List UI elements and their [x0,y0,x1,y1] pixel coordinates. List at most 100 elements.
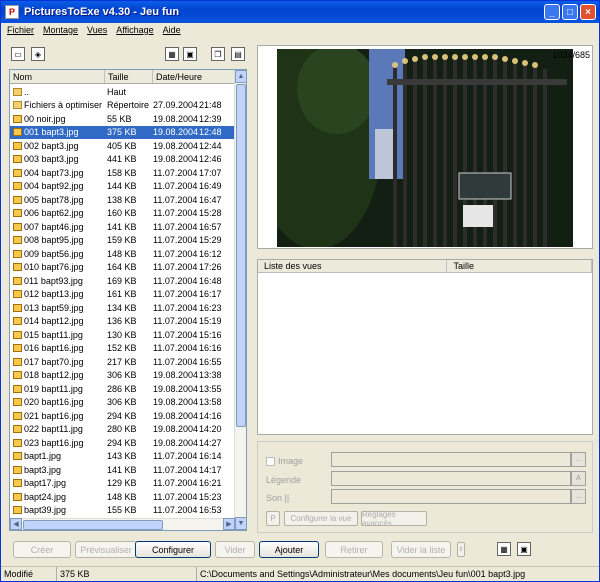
header-date[interactable]: Date/Heure [153,70,235,83]
menu-vues[interactable]: Vues [87,25,107,35]
file-row[interactable]: bapt17.jpg 129 KB 11.07.2004 16:21 [10,477,235,491]
file-row[interactable]: 00 noir.jpg 55 KB 19.08.2004 12:39 [10,112,235,126]
scroll-thumb[interactable] [236,84,246,427]
p-button[interactable]: P [266,511,280,526]
file-size-cell: 136 KB [107,316,137,327]
file-row[interactable]: 008 bapt95.jpg 159 KB 11.07.2004 15:29 [10,234,235,248]
file-row[interactable]: 010 bapt76.jpg 164 KB 11.07.2004 17:26 [10,261,235,275]
file-time-cell: 15:29 [199,235,222,246]
file-name-cell: 004 bapt73.jpg [10,168,105,178]
drive-icon[interactable]: ▭ [11,47,25,61]
header-views[interactable]: Liste des vues [258,260,448,272]
sound-field[interactable] [331,489,571,504]
file-time-cell: 17:26 [199,262,222,273]
file-row[interactable]: 011 bapt93.jpg 169 KB 11.07.2004 16:48 [10,274,235,288]
legend-font-icon[interactable]: A [571,471,586,486]
file-row[interactable]: 014 bapt12.jpg 136 KB 11.07.2004 15:19 [10,315,235,329]
folder-row[interactable]: .. Haut [10,85,235,99]
file-row[interactable]: 021 bapt16.jpg 294 KB 19.08.2004 14:16 [10,409,235,423]
h-scroll-thumb[interactable] [23,520,163,530]
sound-browse-icon[interactable]: … [571,489,586,504]
file-row[interactable]: 012 bapt13.jpg 161 KB 11.07.2004 16:17 [10,288,235,302]
folder-row[interactable]: Fichiers à optimiser Répertoire 27.09.2004… [10,99,235,113]
file-row[interactable]: 001 bapt3.jpg 375 KB 19.08.2004 12:48 [10,125,235,139]
menu-montage[interactable]: Montage [43,25,78,35]
thumbnail-mode-icon[interactable]: ▣ [517,542,531,556]
file-row[interactable]: bapt39.jpg 155 KB 11.07.2004 16:53 [10,504,235,518]
preview-button[interactable]: Prévisualiser [75,541,137,558]
views-list-header: Liste des vues Taille [258,260,592,273]
image-file-icon [13,249,22,258]
file-date-cell: 11.07.2004 [153,329,198,340]
header-name[interactable]: Nom [10,70,105,83]
file-time-cell: 16:21 [199,478,222,489]
file-row[interactable]: 015 bapt11.jpg 130 KB 11.07.2004 15:16 [10,328,235,342]
configure-button[interactable]: Configurer [135,541,211,558]
add-button[interactable]: Ajouter [259,541,319,558]
maximize-button[interactable]: □ [562,4,578,20]
title-bar[interactable]: P PicturesToExe v4.30 - Jeu fun _ □ × [1,1,599,23]
image-preview: 1024/685 [257,45,593,249]
image-file-icon [13,114,22,123]
file-row[interactable]: bapt3.jpg 141 KB 11.07.2004 14:17 [10,463,235,477]
file-row[interactable]: 022 bapt11.jpg 280 KB 19.08.2004 14:20 [10,423,235,437]
image-file-icon [13,128,22,137]
image-browse-icon[interactable]: … [571,452,586,467]
image-checkbox[interactable] [266,457,275,466]
remove-button[interactable]: Retirer [325,541,383,558]
scroll-left-icon[interactable]: ◀ [10,518,22,530]
image-file-icon [13,344,22,353]
close-button[interactable]: × [580,4,596,20]
file-row[interactable]: 023 bapt16.jpg 294 KB 19.08.2004 14:27 [10,436,235,450]
scroll-right-icon[interactable]: ▶ [223,518,235,530]
file-size-cell: 161 KB [107,289,137,300]
create-button[interactable]: Créer [13,541,71,558]
file-row[interactable]: 003 bapt3.jpg 441 KB 19.08.2004 12:46 [10,153,235,167]
view-list-icon[interactable]: ▦ [165,47,179,61]
legend-field[interactable] [331,471,571,486]
file-row[interactable]: 016 bapt16.jpg 152 KB 11.07.2004 16:16 [10,342,235,356]
file-row[interactable]: 006 bapt62.jpg 160 KB 11.07.2004 15:28 [10,207,235,221]
header-view-size[interactable]: Taille [447,260,592,272]
file-row[interactable]: 005 bapt78.jpg 138 KB 11.07.2004 16:47 [10,193,235,207]
copy-icon[interactable]: ❐ [211,47,225,61]
file-row[interactable]: 007 bapt46.jpg 141 KB 11.07.2004 16:57 [10,220,235,234]
file-size-cell: 286 KB [107,383,137,394]
vertical-scrollbar[interactable]: ▲ ▼ [234,70,247,530]
file-row[interactable]: 013 bapt59.jpg 134 KB 11.07.2004 16:23 [10,301,235,315]
scroll-up-icon[interactable]: ▲ [235,70,247,83]
move-arrows-icon[interactable]: ⇕ [457,542,465,557]
scroll-down-icon[interactable]: ▼ [235,517,247,530]
menu-affichage[interactable]: Affichage [116,25,153,35]
file-size-cell: 164 KB [107,262,137,273]
file-row[interactable]: 004 bapt73.jpg 158 KB 11.07.2004 17:07 [10,166,235,180]
file-row[interactable]: bapt1.jpg 143 KB 11.07.2004 16:14 [10,450,235,464]
advanced-settings-button[interactable]: Réglages avancés [361,510,427,528]
image-file-icon [13,303,22,312]
network-drive-icon[interactable]: ◈ [31,47,45,61]
views-list[interactable]: Liste des vues Taille [257,259,593,435]
file-row[interactable]: bapt24.jpg 148 KB 11.07.2004 15:23 [10,490,235,504]
file-row[interactable]: 020 bapt16.jpg 306 KB 19.08.2004 13:58 [10,396,235,410]
empty-list-button[interactable]: Vider la liste [391,541,451,558]
empty-button[interactable]: Vider [215,541,255,558]
file-row[interactable]: 018 bapt12.jpg 306 KB 19.08.2004 13:38 [10,369,235,383]
file-name-cell: 021 bapt16.jpg [10,411,105,421]
image-field[interactable] [331,452,571,467]
file-row[interactable]: 004 bapt92.jpg 144 KB 11.07.2004 16:49 [10,180,235,194]
menu-fichier[interactable]: Fichier [7,25,34,35]
file-row[interactable]: 017 bapt70.jpg 217 KB 11.07.2004 16:55 [10,355,235,369]
folder-up-icon[interactable]: ▤ [231,47,245,61]
view-list-mode-icon[interactable]: ▦ [497,542,511,556]
file-row[interactable]: 009 bapt56.jpg 148 KB 11.07.2004 16:12 [10,247,235,261]
header-size[interactable]: Taille [105,70,153,83]
configure-view-button[interactable]: Configurer la vue [284,511,358,526]
file-date-cell: 19.08.2004 [153,154,199,165]
minimize-button[interactable]: _ [544,4,560,20]
view-thumbnails-icon[interactable]: ▣ [183,47,197,61]
file-row[interactable]: 019 bapt11.jpg 286 KB 19.08.2004 13:55 [10,382,235,396]
menu-aide[interactable]: Aide [163,25,181,35]
file-row[interactable]: 002 bapt3.jpg 405 KB 19.08.2004 12:44 [10,139,235,153]
file-name-cell: 013 bapt59.jpg [10,303,105,313]
horizontal-scrollbar[interactable]: ◀ ▶ [10,518,235,530]
